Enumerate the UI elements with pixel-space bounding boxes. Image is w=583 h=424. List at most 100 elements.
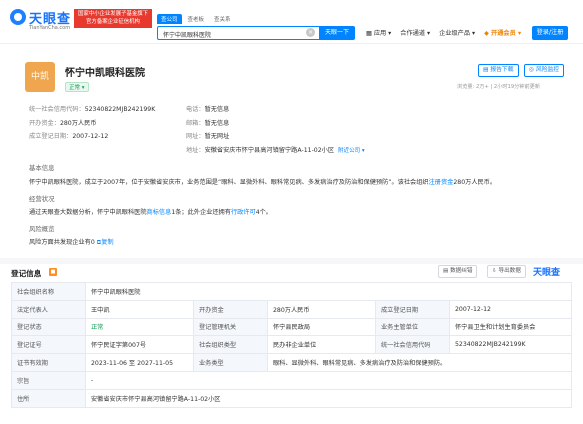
risk-overview-text: 风险方面共发现企业有0 ⧉复制: [29, 237, 114, 247]
cell-value: 2007-12-12: [449, 299, 572, 319]
table-row: 宗旨 -: [11, 370, 572, 390]
operations-title: 经营状况: [29, 195, 55, 203]
cell-value: 2023-11-06 至 2027-11-05: [85, 353, 194, 372]
search-input[interactable]: 怀宁中凯眼科医院: [157, 26, 319, 40]
report-download-button[interactable]: ▤ 报告下载: [478, 64, 519, 77]
info-key: 成立登记日期：: [29, 133, 73, 140]
registration-table: 社会组织名称 怀宁中凯眼科医院 法定代表人 王中凯 开办资金 280万人民币 成…: [11, 282, 572, 408]
info-value[interactable]: 52340822MJB242199K: [85, 106, 156, 113]
cell-key: 社会组织名称: [11, 282, 86, 301]
table-row: 登记状态 正常 登记管理机关 怀宁县民政局 业务主管单位 怀宁县卫生和计划生育委…: [11, 317, 572, 337]
tab-relation[interactable]: 查关系: [210, 14, 235, 24]
risk-monitor-button[interactable]: ◎ 风险监控: [524, 64, 565, 77]
cell-key: 业务类型: [193, 353, 268, 372]
operations-text: 通过天眼查大数据分析，怀宁中凯眼科医院商标信息1条；此外企业还拥有行政许可4个。: [29, 207, 272, 216]
top-bar: 天眼查 TianYanCha.com 国家中小企业发展子基金旗下 官方备案企业征…: [0, 0, 583, 44]
data-correct-button[interactable]: ▤ 数据纠错: [438, 265, 478, 278]
nearby-companies-link[interactable]: 附近公司 ▾: [338, 148, 365, 154]
login-button[interactable]: 登录/注册: [532, 26, 568, 40]
info-value: 暂无信息: [204, 119, 230, 127]
nav-enterprise-label: 企业级产品: [439, 30, 471, 37]
info-key: 邮箱：: [186, 119, 205, 127]
company-name: 怀宁中凯眼科医院: [65, 68, 145, 79]
info-capital: 开办资金：280万人民币: [29, 117, 155, 131]
nearby-companies-label: 附近公司: [338, 147, 361, 154]
cell-key: 业务主管单位: [375, 317, 450, 337]
info-website: 网址：暂无网址: [186, 130, 365, 144]
operations-text-c: 4个。: [255, 209, 272, 216]
search-tabs: 查公司 查老板 查关系: [157, 14, 235, 24]
cell-value: 怀宁县卫生和计划生育委员会: [449, 317, 572, 337]
info-left-column: 统一社会信用代码：52340822MJB242199K 开办资金：280万人民币…: [29, 103, 155, 144]
cell-value: 怀宁县民政局: [267, 317, 376, 337]
trademark-link[interactable]: 商标信息: [147, 209, 172, 216]
promo-line-2: 官方备案企业征信机构: [86, 19, 140, 25]
top-nav: ▦ 应用 ▾ 合作通道 ▾ 企业级产品 ▾ ◆ 开通会员 ▾: [366, 28, 521, 37]
table-row: 登记证号 怀宁民证字第007号 社会组织类型 民办非企业单位 统一社会信用代码 …: [11, 335, 572, 355]
company-header-card: 中凯 怀宁中凯眼科医院 正常 ▾ ▤ 报告下载 ◎ 风险监控 浏览量: 2万+ …: [11, 50, 572, 256]
nav-cooperation[interactable]: 合作通道 ▾: [400, 28, 430, 37]
cell-key: 社会组织类型: [193, 335, 268, 355]
search-button[interactable]: 天眼一下: [319, 26, 355, 40]
table-row: 证书有效期 2023-11-06 至 2027-11-05 业务类型 眼科、显微…: [11, 353, 572, 372]
status-badge[interactable]: 正常 ▾: [65, 82, 89, 92]
registration-title: 登记信息: [11, 269, 42, 278]
cell-key: 成立登记日期: [375, 299, 450, 319]
cell-value[interactable]: 王中凯: [85, 299, 194, 319]
cell-value: 民办非企业单位: [267, 335, 376, 355]
tianyancha-logo-icon[interactable]: [10, 9, 26, 25]
tab-boss[interactable]: 查老板: [184, 14, 209, 24]
operations-text-b: 1条；此外企业还拥有: [171, 209, 231, 216]
info-key: 地址：: [186, 146, 205, 154]
risk-monitor-label: 风险监控: [535, 67, 560, 73]
nav-apps[interactable]: ▦ 应用 ▾: [366, 28, 391, 37]
watermark-logo: 天眼查: [533, 268, 561, 278]
info-value: 暂无信息: [204, 106, 230, 113]
risk-overview-title: 风险概览: [29, 225, 55, 233]
status-label: 正常: [69, 85, 81, 91]
cell-value: 安徽省安庆市怀宁县高河镇留宁路A-11-02小区: [85, 388, 572, 408]
info-key: 网址：: [186, 133, 205, 140]
info-address: 地址：安徽省安庆市怀宁县高河镇留宁路A-11-02小区 附近公司 ▾: [186, 144, 365, 159]
promo-badge[interactable]: 国家中小企业发展子基金旗下 官方备案企业征信机构: [74, 9, 152, 28]
cell-key: 登记证号: [11, 335, 86, 355]
info-value: 安徽省安庆市怀宁县高河镇留宁路A-11-02小区: [204, 146, 335, 154]
nav-vip-label: 开通会员: [491, 30, 516, 37]
data-correct-label: 数据纠错: [450, 268, 473, 274]
cell-value: 怀宁民证字第007号: [85, 335, 194, 355]
export-data-label: 导出数据: [498, 268, 521, 274]
table-row: 住所 安徽省安庆市怀宁县高河镇留宁路A-11-02小区: [11, 388, 572, 408]
export-data-button[interactable]: ⇩ 导出数据: [487, 265, 526, 278]
copy-label: 复制: [101, 239, 114, 246]
info-key: 电话：: [186, 106, 205, 113]
info-value: 暂无网址: [204, 133, 230, 140]
view-count-meta: 浏览量: 2万+ | 2小时19分钟前更新: [457, 84, 541, 90]
license-link[interactable]: 行政许可: [231, 209, 256, 216]
info-found-date: 成立登记日期：2007-12-12: [29, 130, 155, 144]
nav-enterprise[interactable]: 企业级产品 ▾: [439, 28, 475, 37]
operations-text-a: 通过天眼查大数据分析，怀宁中凯眼科医院: [29, 209, 147, 216]
info-key: 统一社会信用代码：: [29, 106, 85, 113]
copy-button[interactable]: ⧉复制: [97, 239, 114, 246]
nav-vip[interactable]: ◆ 开通会员 ▾: [484, 28, 521, 37]
tab-company[interactable]: 查公司: [157, 14, 182, 24]
info-phone: 电话：暂无信息: [186, 103, 365, 117]
cell-key: 开办资金: [193, 299, 268, 319]
info-email: 邮箱：暂无信息: [186, 117, 365, 131]
cell-value: -: [85, 370, 572, 390]
info-value: 280万人民币: [59, 119, 97, 127]
nav-cooperation-label: 合作通道: [400, 30, 426, 37]
cell-value-status: 正常: [85, 317, 194, 337]
clear-search-icon[interactable]: ×: [306, 28, 315, 37]
cell-key: 法定代表人: [11, 299, 86, 319]
section-divider: [0, 258, 583, 264]
cell-key: 登记管理机关: [193, 317, 268, 337]
cell-key: 证书有效期: [11, 353, 86, 372]
report-download-label: 报告下载: [490, 67, 514, 73]
info-value: 2007-12-12: [72, 133, 109, 140]
cell-value: 52340822MJB242199K: [449, 335, 572, 355]
cell-key: 住所: [11, 388, 86, 408]
basic-info-text-a: 怀宁中凯眼科医院，成立于2007年，位于安徽省安庆市，业务范围是“眼科、显微外科…: [29, 179, 429, 186]
cell-key: 登记状态: [11, 317, 86, 337]
registered-capital-link[interactable]: 注册资金: [429, 179, 454, 186]
